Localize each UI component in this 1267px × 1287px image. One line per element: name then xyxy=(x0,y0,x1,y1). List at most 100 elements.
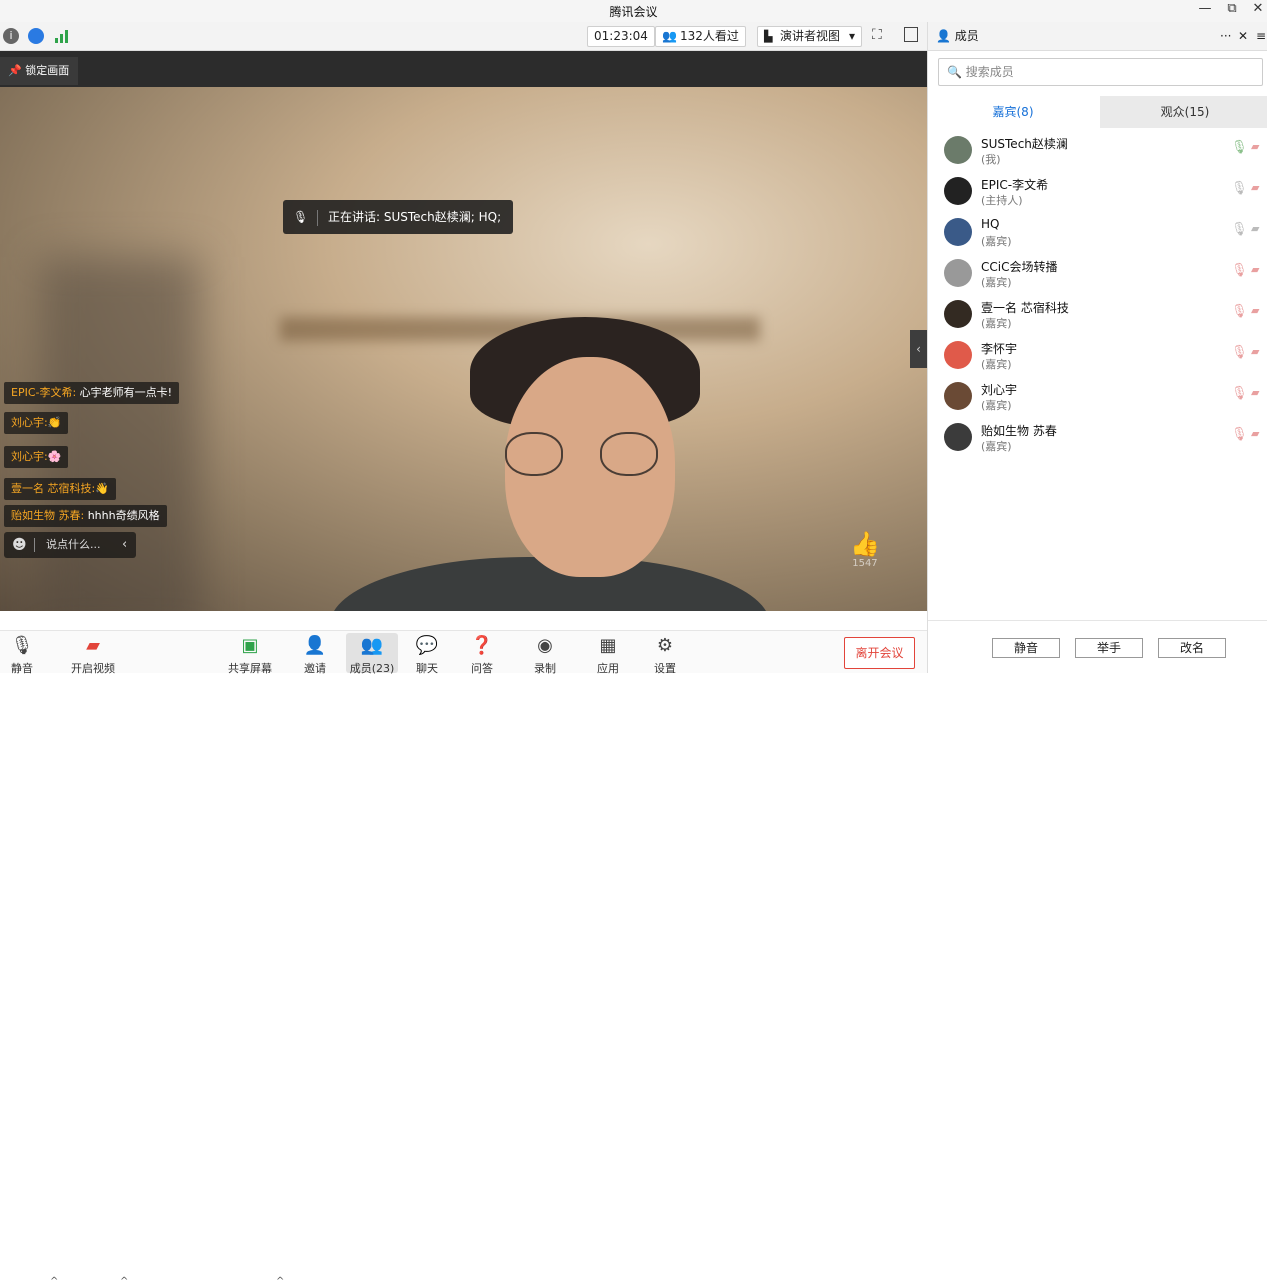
settings-button[interactable]: ⚙ 设置 xyxy=(640,633,690,675)
avatar xyxy=(944,423,972,451)
flower-emoji-icon: 🌸 xyxy=(47,450,62,463)
rename-button[interactable]: 改名 xyxy=(1158,638,1226,658)
chat-text: 心宇老师有一点卡! xyxy=(76,386,173,399)
member-row[interactable]: 刘心宇 (嘉宾) 🎙 ▰ xyxy=(928,378,1267,418)
camera-off-icon[interactable]: ▰ xyxy=(1251,140,1259,153)
video-feed xyxy=(0,87,927,611)
member-name: EPIC-李文希 xyxy=(981,178,1049,192)
member-row[interactable]: EPIC-李文希 (主持人) 🎙 ▰ xyxy=(928,173,1267,213)
search-members-input[interactable]: 🔍 搜索成员 xyxy=(938,58,1263,86)
title-bar: 腾讯会议 — ⧉ ✕ xyxy=(0,0,1267,22)
chat-sender: 刘心宇: xyxy=(11,450,48,463)
share-label: 共享屏幕 xyxy=(228,662,272,675)
more-options-icon[interactable]: ··· xyxy=(1220,22,1231,51)
microphone-muted-icon[interactable]: 🎙 xyxy=(1231,345,1248,360)
signal-icon[interactable] xyxy=(53,28,69,44)
speaking-text: 正在讲话: SUSTech赵椟澜; HQ; xyxy=(328,210,502,224)
like-count: 1547 xyxy=(852,558,878,569)
camera-off-icon[interactable]: ▰ xyxy=(1251,304,1259,317)
record-button[interactable]: ◉ 录制 xyxy=(520,633,570,675)
member-row[interactable]: CCiC会场转播 (嘉宾) 🎙 ▰ xyxy=(928,255,1267,295)
share-screen-button[interactable]: ▣ 共享屏幕 xyxy=(224,633,276,675)
chat-sender: 贻如生物 苏春: xyxy=(11,509,85,522)
chat-input[interactable]: ☻ 说点什么... ‹ xyxy=(4,532,136,558)
add-user-icon: 👤 xyxy=(303,635,327,656)
microphone-on-icon[interactable]: 🎙 xyxy=(1231,181,1248,196)
chevron-up-icon[interactable]: ^ xyxy=(276,1276,284,1287)
avatar xyxy=(944,382,972,410)
member-name: HQ xyxy=(981,217,1000,231)
chat-icon: 💬 xyxy=(415,635,439,656)
member-row[interactable]: HQ (嘉宾) 🎙 ▰ xyxy=(928,214,1267,254)
viewers-count[interactable]: 👥 132人看过 xyxy=(655,26,746,47)
member-row[interactable]: 壹一名 芯宿科技 (嘉宾) 🎙 ▰ xyxy=(928,296,1267,336)
avatar xyxy=(944,136,972,164)
avatar xyxy=(944,300,972,328)
restore-button[interactable]: ⧉ xyxy=(1223,1,1241,16)
gear-icon: ⚙ xyxy=(656,635,674,656)
collapse-chat-icon[interactable]: ‹ xyxy=(122,532,127,558)
apps-button[interactable]: ▦ 应用 xyxy=(583,633,633,675)
chat-label: 聊天 xyxy=(416,662,438,675)
invite-label: 邀请 xyxy=(304,662,326,675)
camera-off-icon[interactable]: ▰ xyxy=(1251,427,1259,440)
emoji-icon[interactable]: ☻ xyxy=(12,532,27,558)
chat-sender: 壹一名 芯宿科技: xyxy=(11,482,96,495)
info-icon[interactable]: i xyxy=(3,28,19,44)
microphone-muted-icon[interactable]: 🎙 xyxy=(1231,386,1248,401)
member-name: 壹一名 芯宿科技 xyxy=(981,301,1069,315)
main-video xyxy=(0,51,927,611)
camera-off-icon[interactable]: ▰ xyxy=(1251,263,1259,276)
microphone-muted-icon[interactable]: 🎙 xyxy=(1231,263,1248,278)
start-video-button[interactable]: ▰ 开启视频 xyxy=(66,633,120,675)
leave-meeting-button[interactable]: 离开会议 xyxy=(844,637,915,669)
question-icon: ❓ xyxy=(470,635,494,656)
invite-button[interactable]: 👤 邀请 xyxy=(290,633,340,675)
collapse-panel-button[interactable]: ‹ xyxy=(910,330,927,368)
record-icon: ◉ xyxy=(537,635,553,656)
members-panel: 👤 成员 ··· ✕ ≡ 🔍 搜索成员 嘉宾(8) 观众(15) SUSTech… xyxy=(927,22,1267,673)
lock-screen-button[interactable]: 📌 锁定画面 xyxy=(0,57,78,85)
fullscreen-icon[interactable]: ⛶ xyxy=(872,27,882,43)
security-shield-icon[interactable] xyxy=(28,28,44,44)
clap-emoji-icon: 👏 xyxy=(47,416,62,429)
menu-icon[interactable]: ≡ xyxy=(1256,22,1266,51)
close-window-button[interactable]: ✕ xyxy=(1249,1,1267,16)
member-row[interactable]: 李怀宇 (嘉宾) 🎙 ▰ xyxy=(928,337,1267,377)
microphone-on-icon[interactable]: 🎙 xyxy=(1231,222,1248,237)
member-name: SUSTech赵椟澜 xyxy=(981,137,1068,151)
chat-button[interactable]: 💬 聊天 xyxy=(402,633,452,675)
camera-off-icon[interactable]: ▰ xyxy=(1251,345,1259,358)
window-title: 腾讯会议 xyxy=(609,5,658,19)
qa-button[interactable]: ❓ 问答 xyxy=(457,633,507,675)
member-role: (嘉宾) xyxy=(981,235,1012,248)
close-icon[interactable]: ✕ xyxy=(1238,22,1248,51)
tab-audience[interactable]: 观众(15) xyxy=(1100,96,1267,128)
camera-icon[interactable]: ▰ xyxy=(1251,222,1259,235)
record-label: 录制 xyxy=(534,662,556,675)
microphone-muted-icon[interactable]: 🎙 xyxy=(1231,304,1248,319)
member-row[interactable]: SUSTech赵椟澜 (我) 🎙 ▰ xyxy=(928,132,1267,172)
chevron-up-icon[interactable]: ^ xyxy=(50,1276,58,1287)
like-button[interactable]: 👍 1547 xyxy=(850,530,880,569)
chat-message: 贻如生物 苏春: hhhh奇绩风格 xyxy=(4,505,167,527)
chat-message: 刘心宇:👏 xyxy=(4,412,69,434)
mute-self-button[interactable]: 静音 xyxy=(992,638,1060,658)
microphone-muted-icon[interactable]: 🎙 xyxy=(1231,427,1248,442)
microphone-on-icon[interactable]: 🎙 xyxy=(1231,140,1248,155)
member-role: (嘉宾) xyxy=(981,276,1012,289)
raise-hand-button[interactable]: 举手 xyxy=(1075,638,1143,658)
chevron-up-icon[interactable]: ^ xyxy=(120,1276,128,1287)
sidebar-toggle-icon[interactable] xyxy=(904,27,918,42)
camera-off-icon[interactable]: ▰ xyxy=(1251,386,1259,399)
search-placeholder: 搜索成员 xyxy=(965,65,1014,79)
members-button[interactable]: 👥 成员(23) xyxy=(346,633,398,675)
minimize-button[interactable]: — xyxy=(1196,1,1214,16)
camera-off-icon[interactable]: ▰ xyxy=(1251,181,1259,194)
member-row[interactable]: 贻如生物 苏春 (嘉宾) 🎙 ▰ xyxy=(928,419,1267,459)
tab-guests[interactable]: 嘉宾(8) xyxy=(928,96,1098,128)
mute-button[interactable]: 🎙 静音 xyxy=(0,633,46,675)
members-label: 成员(23) xyxy=(349,662,395,675)
view-mode-select[interactable]: ▙ 演讲者视图 ▾ xyxy=(757,26,862,47)
member-role: (我) xyxy=(981,153,1001,166)
